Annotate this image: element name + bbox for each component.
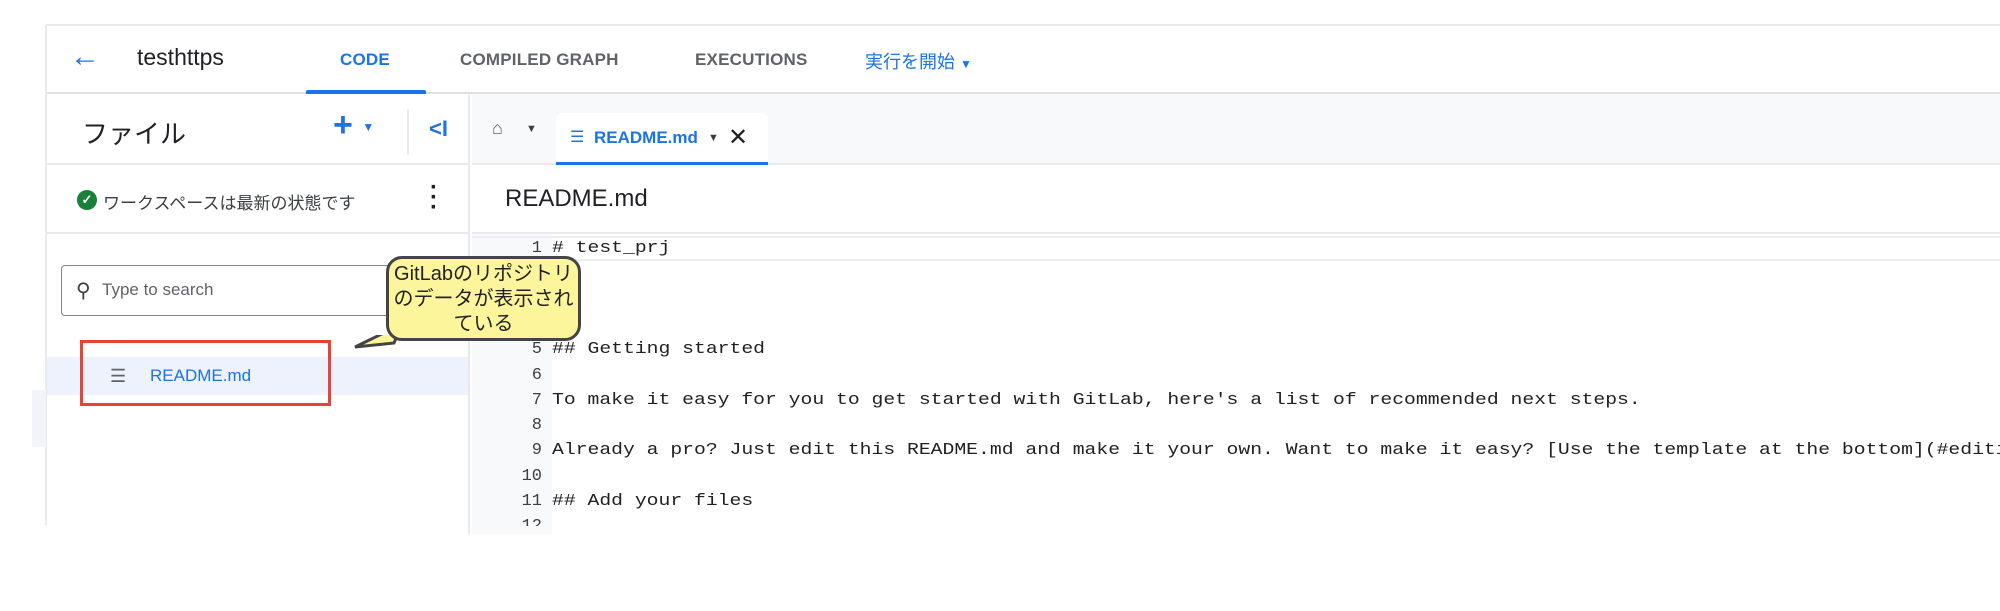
arrow-left-icon[interactable]: ←: [70, 42, 102, 74]
left-strip: [32, 390, 46, 447]
code-line: 1 # test_prj: [472, 236, 2000, 261]
editor-tab-bar: ⌂ ▼ ☰ README.md ▼ ✕: [472, 94, 2000, 165]
start-run-button[interactable]: 実行を開始 ▼: [865, 48, 972, 74]
code-line: 6: [472, 363, 2000, 388]
line-number: 11: [521, 492, 542, 511]
file-tab-readme[interactable]: ☰ README.md ▼ ✕: [556, 113, 768, 165]
page-title: testhttps: [137, 44, 224, 70]
annotation-callout: GitLabのリポジトリのデータが表示されている: [386, 256, 581, 341]
code-line: 7 To make it easy for you to get started …: [472, 388, 2000, 413]
home-icon[interactable]: ⌂: [492, 118, 503, 139]
workspace-status: ワークスペースは最新の状態です: [103, 194, 356, 213]
code-line: 8: [472, 413, 2000, 438]
start-run-label: 実行を開始: [865, 52, 955, 72]
code-line: 12: [472, 514, 2000, 526]
check-circle-icon: ✓: [77, 190, 97, 210]
caret-down-icon: ▼: [960, 57, 972, 71]
line-number: 8: [531, 416, 542, 436]
editor-panel: ⌂ ▼ ☰ README.md ▼ ✕ README.md 1 # test_pr…: [472, 94, 2000, 534]
tab-compiled-graph[interactable]: COMPILED GRAPH: [460, 50, 619, 70]
add-file-button[interactable]: + ▼: [333, 106, 374, 145]
line-text: ## Getting started: [552, 340, 766, 360]
file-title: README.md: [505, 185, 648, 212]
line-text: Already a pro? Just edit this README.md …: [552, 441, 2000, 461]
sidebar-header: ファイル + ▼ <I: [47, 94, 470, 165]
file-tab-label: README.md: [594, 128, 698, 147]
code-line: 3: [472, 287, 2000, 312]
more-vert-icon[interactable]: · · ·: [429, 176, 439, 220]
tab-code[interactable]: CODE: [340, 50, 390, 70]
highlight-box: [80, 340, 331, 406]
tab-executions[interactable]: EXECUTIONS: [695, 50, 808, 70]
file-header: README.md: [472, 165, 2000, 234]
sidebar-title: ファイル: [82, 119, 187, 149]
search-input[interactable]: [102, 276, 432, 304]
code-line: 5 ## Getting started: [472, 337, 2000, 362]
caret-down-icon[interactable]: ▼: [526, 123, 537, 135]
code-editor[interactable]: 1# test_prj2345## Getting started 6 7 To ma…: [472, 236, 2000, 526]
code-line: 4: [472, 312, 2000, 337]
line-number: 10: [521, 466, 542, 486]
code-line: 11 ## Add your files: [472, 489, 2000, 514]
plus-icon: +: [333, 106, 353, 144]
line-number: 12: [472, 514, 542, 526]
code-line: 10: [472, 464, 2000, 489]
code-line: 2: [472, 261, 2000, 286]
collapse-left-icon[interactable]: <I: [429, 116, 448, 142]
code-line: 9 Already a pro? Just edit this README.md…: [472, 438, 2000, 463]
divider: [407, 109, 409, 155]
line-number: 6: [531, 365, 542, 385]
close-icon[interactable]: ✕: [728, 123, 748, 152]
search-icon: ⚲: [76, 280, 91, 302]
line-number: 9: [531, 441, 542, 461]
line-text: ## Add your files: [552, 492, 754, 511]
caret-down-icon[interactable]: ▼: [708, 132, 719, 144]
caret-down-icon: ▼: [362, 120, 375, 135]
markdown-list-icon: ☰: [570, 129, 585, 146]
workspace-status-row: ✓ ワークスペースは最新の状態です · · ·: [47, 165, 470, 234]
line-text: To make it easy for you to get started w…: [552, 390, 1641, 410]
line-number: 7: [531, 390, 542, 410]
